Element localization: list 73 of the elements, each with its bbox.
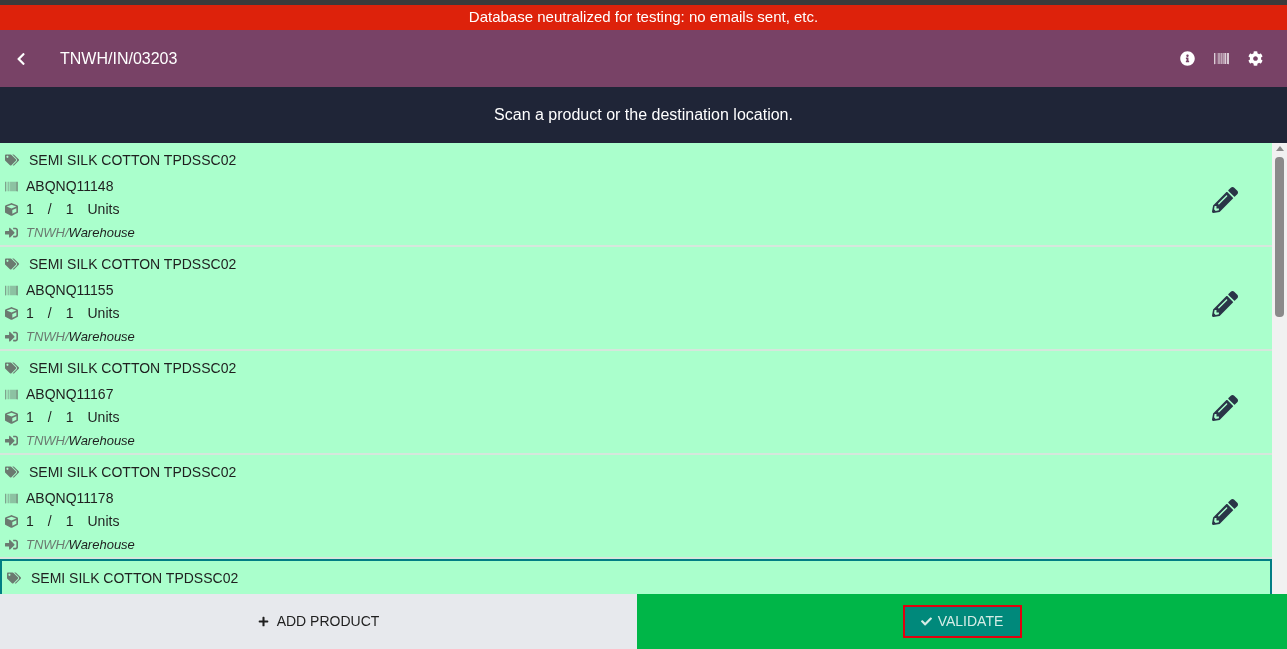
move-line-card[interactable]: SEMI SILK COTTON TPDSSC02 ABQNQ11167 1 / 1 Units TNWH/Warehouse <box>0 351 1272 455</box>
tags-icon <box>5 465 19 479</box>
barcode-icon <box>5 388 18 401</box>
move-line-card[interactable]: SEMI SILK COTTON TPDSSC02 ABQNQ11148 1 / 1 Units TNWH/Warehouse <box>0 143 1272 247</box>
instruction-bar: Scan a product or the destination location. <box>0 87 1287 143</box>
warning-banner: Database neutralized for testing: no emails sent, etc. <box>0 5 1287 30</box>
sign-in-icon <box>5 538 18 551</box>
barcode-icon <box>5 492 18 505</box>
header-title: TNWH/IN/03203 <box>60 48 178 69</box>
tags-icon <box>5 153 19 167</box>
tags-icon <box>5 361 19 375</box>
barcode-icon <box>5 284 18 297</box>
move-line-card[interactable]: SEMI SILK COTTON TPDSSC02 ABQNQ11178 1 / 1 Units TNWH/Warehouse <box>0 455 1272 559</box>
location-parent: TNWH/ <box>26 327 69 346</box>
tags-icon <box>7 571 21 585</box>
product-name: SEMI SILK COTTON TPDSSC02 <box>29 358 237 378</box>
location-name: Warehouse <box>68 535 135 554</box>
unit-of-measure: Units <box>87 408 120 427</box>
cube-icon <box>5 307 18 320</box>
move-line-card[interactable]: SEMI SILK COTTON TPDSSC02 ABQNQ11155 1 / 1 Units TNWH/Warehouse <box>0 247 1272 351</box>
quantity-done: 1 <box>26 408 34 427</box>
plus-icon <box>257 616 269 627</box>
product-name: SEMI SILK COTTON TPDSSC02 <box>31 568 239 588</box>
product-name: SEMI SILK COTTON TPDSSC02 <box>29 150 237 170</box>
unit-of-measure: Units <box>87 304 120 323</box>
scrollbar[interactable] <box>1272 143 1287 594</box>
quantity-demand: 1 <box>65 408 74 427</box>
cube-icon <box>5 203 18 216</box>
location-parent: TNWH/ <box>26 535 69 554</box>
sign-in-icon <box>5 434 18 447</box>
quantity-done: 1 <box>26 512 34 531</box>
quantity-separator: / <box>47 512 52 531</box>
add-product-button[interactable]: ADD PRODUCT <box>0 594 637 649</box>
quantity-done: 1 <box>26 304 34 323</box>
cube-icon <box>5 515 18 528</box>
product-name: SEMI SILK COTTON TPDSSC02 <box>29 254 237 274</box>
quantity-demand: 1 <box>65 200 74 219</box>
quantity-separator: / <box>47 200 52 219</box>
pencil-icon <box>1212 499 1238 525</box>
cube-icon <box>5 411 18 424</box>
check-icon <box>920 616 932 627</box>
location-name: Warehouse <box>68 327 135 346</box>
barcode-icon <box>1213 51 1230 66</box>
quantity-done: 1 <box>26 200 34 219</box>
lot-number: ABQNQ11178 <box>26 489 114 508</box>
pencil-icon <box>1212 187 1238 213</box>
pencil-icon <box>1212 395 1238 421</box>
validate-button[interactable]: VALIDATE <box>902 605 1022 638</box>
quantity-separator: / <box>47 304 52 323</box>
barcode-button[interactable] <box>1213 51 1230 66</box>
location-name: Warehouse <box>68 223 135 242</box>
unit-of-measure: Units <box>87 200 120 219</box>
lot-number: ABQNQ11167 <box>26 385 114 404</box>
quantity-demand: 1 <box>65 304 74 323</box>
info-icon <box>1180 51 1195 66</box>
location-parent: TNWH/ <box>26 223 69 242</box>
sign-in-icon <box>5 226 18 239</box>
settings-button[interactable] <box>1248 51 1263 66</box>
barcode-icon <box>5 180 18 193</box>
sign-in-icon <box>5 330 18 343</box>
product-name: SEMI SILK COTTON TPDSSC02 <box>29 462 237 482</box>
quantity-demand: 1 <box>65 512 74 531</box>
tags-icon <box>5 257 19 271</box>
pencil-icon <box>1212 291 1238 317</box>
info-button[interactable] <box>1180 51 1195 66</box>
quantity-separator: / <box>47 408 52 427</box>
unit-of-measure: Units <box>87 512 120 531</box>
lot-number: ABQNQ11155 <box>26 281 114 300</box>
lot-number: ABQNQ11148 <box>26 177 114 196</box>
settings-icon <box>1248 51 1263 66</box>
move-line-card[interactable]: SEMI SILK COTTON TPDSSC02 <box>0 559 1272 594</box>
location-parent: TNWH/ <box>26 431 69 450</box>
location-name: Warehouse <box>68 431 135 450</box>
